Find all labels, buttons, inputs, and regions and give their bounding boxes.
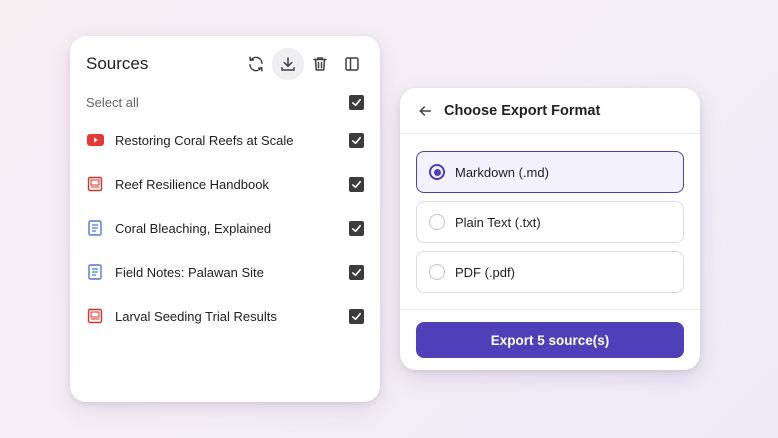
format-option-label: Markdown (.md) bbox=[455, 164, 549, 180]
sidebar-toggle-icon bbox=[345, 57, 359, 71]
sources-toolbar bbox=[240, 48, 368, 80]
source-item[interactable]: Coral Bleaching, Explained bbox=[86, 216, 364, 240]
export-dialog-header: Choose Export Format bbox=[400, 88, 700, 134]
radio-button[interactable] bbox=[429, 264, 445, 280]
sidebar-toggle-button[interactable] bbox=[336, 48, 368, 80]
refresh-icon bbox=[249, 56, 263, 72]
source-item-checkbox[interactable] bbox=[349, 176, 364, 192]
check-icon bbox=[352, 98, 361, 106]
youtube-icon bbox=[86, 131, 104, 149]
source-item-label: Restoring Coral Reefs at Scale bbox=[115, 132, 294, 148]
source-item-label: Reef Resilience Handbook bbox=[115, 176, 269, 192]
radio-button[interactable] bbox=[429, 214, 445, 230]
export-dialog-title: Choose Export Format bbox=[444, 102, 601, 119]
download-button[interactable] bbox=[272, 48, 304, 80]
source-item-checkbox[interactable] bbox=[349, 308, 364, 324]
format-option-label: PDF (.pdf) bbox=[455, 264, 515, 280]
document-icon bbox=[86, 263, 104, 281]
format-option-pdf[interactable]: PDF (.pdf) bbox=[416, 251, 684, 293]
pdf-icon bbox=[86, 175, 104, 193]
refresh-button[interactable] bbox=[240, 48, 272, 80]
check-icon bbox=[352, 268, 361, 276]
sources-panel: Sources Select all Restoring Coral Reefs… bbox=[70, 36, 380, 402]
delete-button[interactable] bbox=[304, 48, 336, 80]
source-item-label: Field Notes: Palawan Site bbox=[115, 264, 264, 280]
select-all-label: Select all bbox=[86, 94, 139, 110]
document-icon bbox=[86, 219, 104, 237]
trash-icon bbox=[313, 57, 327, 71]
download-icon bbox=[281, 57, 295, 71]
export-button[interactable]: Export 5 source(s) bbox=[416, 322, 684, 358]
source-item-checkbox[interactable] bbox=[349, 220, 364, 236]
source-item-checkbox[interactable] bbox=[349, 132, 364, 148]
arrow-left-icon bbox=[419, 105, 432, 116]
source-item[interactable]: Reef Resilience Handbook bbox=[86, 172, 364, 196]
check-icon bbox=[352, 312, 361, 320]
source-item[interactable]: Field Notes: Palawan Site bbox=[86, 260, 364, 284]
source-item[interactable]: Restoring Coral Reefs at Scale bbox=[86, 128, 364, 152]
format-option-plain-text[interactable]: Plain Text (.txt) bbox=[416, 201, 684, 243]
select-all-checkbox[interactable] bbox=[349, 94, 364, 110]
check-icon bbox=[352, 180, 361, 188]
source-item-label: Coral Bleaching, Explained bbox=[115, 220, 272, 236]
check-icon bbox=[352, 136, 361, 144]
source-item[interactable]: Larval Seeding Trial Results bbox=[86, 304, 364, 328]
back-button[interactable] bbox=[416, 102, 434, 120]
sources-header: Sources bbox=[86, 48, 368, 80]
format-option-markdown[interactable]: Markdown (.md) bbox=[416, 151, 684, 193]
select-all-row[interactable]: Select all bbox=[86, 90, 364, 114]
check-icon bbox=[352, 224, 361, 232]
dialog-divider bbox=[400, 309, 700, 310]
source-item-label: Larval Seeding Trial Results bbox=[115, 308, 277, 324]
pdf-icon bbox=[86, 307, 104, 325]
sources-title: Sources bbox=[86, 54, 149, 73]
export-dialog: Choose Export Format Markdown (.md) Plai… bbox=[400, 88, 700, 370]
radio-button[interactable] bbox=[429, 164, 445, 180]
source-item-checkbox[interactable] bbox=[349, 264, 364, 280]
format-option-label: Plain Text (.txt) bbox=[455, 214, 541, 230]
